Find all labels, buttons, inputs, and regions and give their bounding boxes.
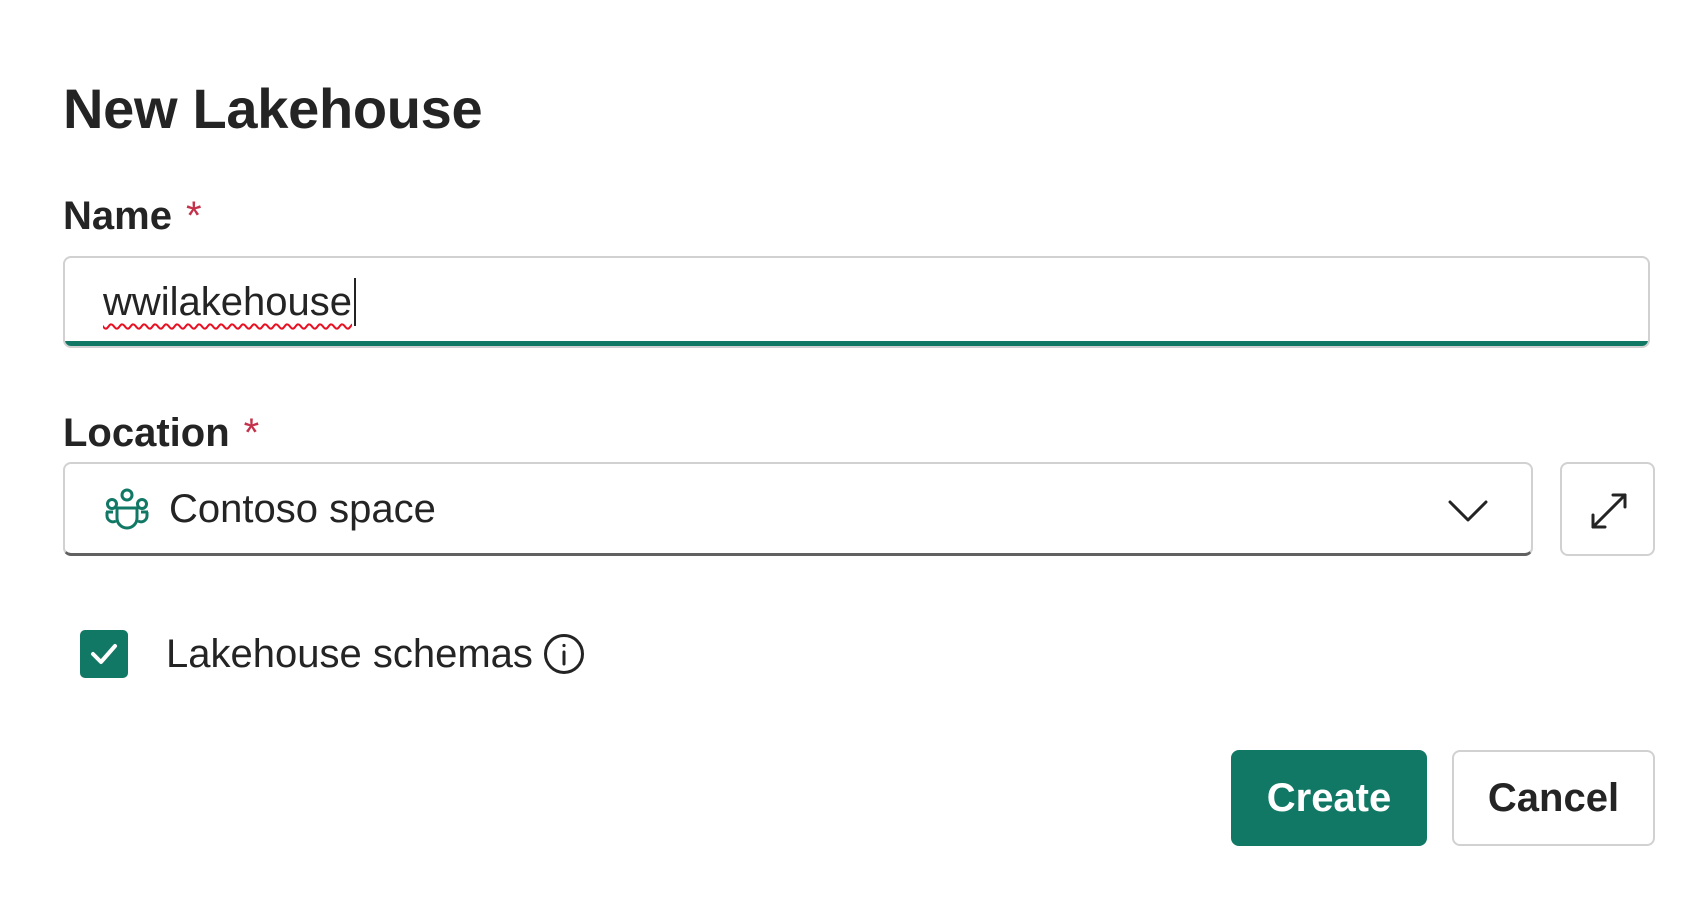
dialog-title: New Lakehouse	[63, 77, 483, 140]
info-icon[interactable]	[543, 633, 585, 675]
workspace-people-icon	[105, 488, 149, 530]
text-caret	[354, 278, 356, 326]
required-marker: *	[185, 194, 202, 238]
lakehouse-schemas-label[interactable]: Lakehouse schemas	[166, 628, 533, 680]
expand-arrow-icon	[1591, 493, 1627, 529]
name-label-text: Name	[63, 194, 172, 238]
name-input[interactable]: wwilakehouse	[63, 256, 1650, 348]
checkmark-icon	[91, 644, 117, 664]
cancel-button[interactable]: Cancel	[1452, 750, 1655, 846]
chevron-down-icon[interactable]	[1447, 494, 1489, 526]
name-input-value[interactable]: wwilakehouse	[103, 276, 352, 328]
location-dropdown[interactable]: Contoso space	[63, 462, 1533, 556]
location-selected-value: Contoso space	[169, 487, 436, 531]
create-button[interactable]: Create	[1231, 750, 1427, 846]
expand-location-button[interactable]	[1560, 462, 1655, 556]
location-label: Location *	[63, 407, 259, 459]
new-lakehouse-dialog: New Lakehouse Name * wwilakehouse Locatio…	[0, 0, 1694, 898]
required-marker: *	[243, 411, 260, 455]
name-label: Name *	[63, 190, 202, 242]
location-label-text: Location	[63, 411, 230, 455]
focus-underline	[65, 341, 1648, 346]
lakehouse-schemas-checkbox[interactable]	[80, 630, 128, 678]
